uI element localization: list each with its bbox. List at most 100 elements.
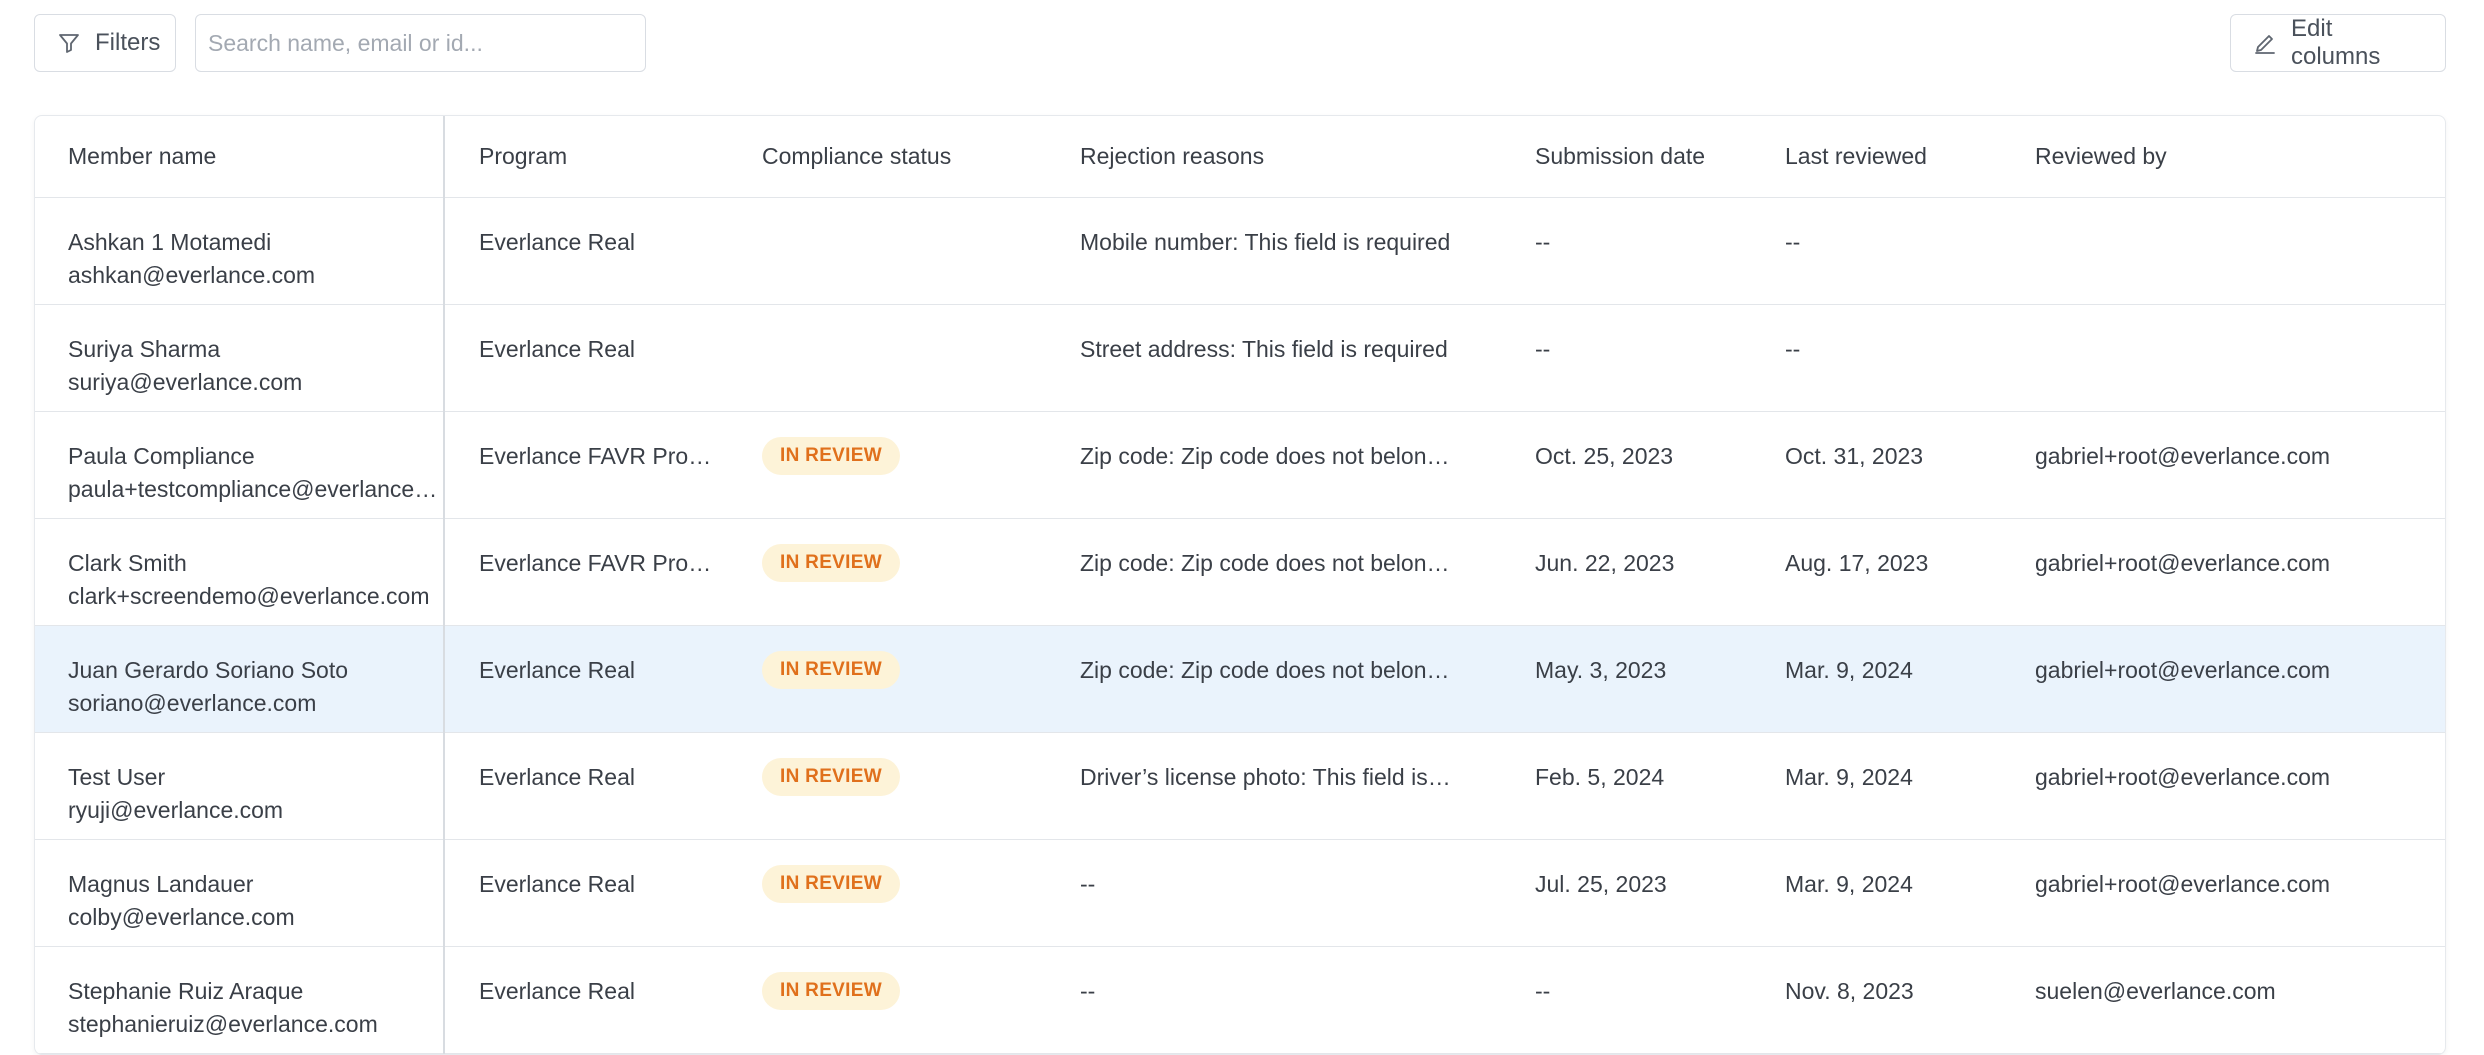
reviewed-by-cell: gabriel+root@everlance.com xyxy=(2035,411,2445,518)
header-reviewed-by[interactable]: Reviewed by xyxy=(2035,116,2445,198)
rejection-cell: Driver’s license photo: This field is re… xyxy=(1080,732,1535,839)
header-compliance-status[interactable]: Compliance status xyxy=(762,116,1080,198)
last-reviewed-cell: Oct. 31, 2023 xyxy=(1785,411,2035,518)
submission-date-cell: -- xyxy=(1535,197,1785,304)
status-badge: IN REVIEW xyxy=(762,757,900,796)
program-cell: Everlance FAVR Program xyxy=(444,411,762,518)
submission-date: May. 3, 2023 xyxy=(1535,656,1667,683)
last-reviewed-cell: -- xyxy=(1785,197,2035,304)
program-cell: Everlance Real xyxy=(444,946,762,1053)
member-cell: Clark Smith clark+screendemo@everlance.co… xyxy=(35,518,445,625)
program-name: Everlance Real xyxy=(479,656,635,683)
last-reviewed-cell: Mar. 9, 2024 xyxy=(1785,625,2035,732)
last-reviewed-date: Nov. 8, 2023 xyxy=(1785,977,1914,1004)
member-name[interactable]: Test User xyxy=(68,761,438,794)
rejection-reason: Street address: This field is required xyxy=(1080,335,1448,362)
status-cell xyxy=(762,197,1080,304)
member-name[interactable]: Ashkan 1 Motamedi xyxy=(68,226,438,259)
member-name[interactable]: Stephanie Ruiz Araque xyxy=(68,975,438,1008)
program-name: Everlance Real xyxy=(479,335,635,362)
table-row[interactable]: Magnus Landauer colby@everlance.com Everla… xyxy=(35,839,2445,946)
submission-date-cell: Feb. 5, 2024 xyxy=(1535,732,1785,839)
search-input[interactable] xyxy=(195,14,646,72)
program-cell: Everlance Real xyxy=(444,732,762,839)
program-name: Everlance Real xyxy=(479,763,635,790)
edit-columns-button[interactable]: Edit columns xyxy=(2230,14,2446,72)
edit-columns-label: Edit columns xyxy=(2291,15,2381,70)
submission-date: Jun. 22, 2023 xyxy=(1535,549,1675,576)
header-submission-date[interactable]: Submission date xyxy=(1535,116,1785,198)
submission-date: Oct. 25, 2023 xyxy=(1535,442,1674,469)
status-badge: IN REVIEW xyxy=(762,864,900,903)
header-last-reviewed[interactable]: Last reviewed xyxy=(1785,116,2035,198)
table-row[interactable]: Paula Compliance paula+testcompliance@eve… xyxy=(35,411,2445,518)
program-cell: Everlance Real xyxy=(444,197,762,304)
member-cell: Test User ryuji@everlance.com xyxy=(35,732,445,839)
reviewer-email: gabriel+root@everlance.com xyxy=(2035,442,2331,469)
submission-date: -- xyxy=(1535,977,1551,1004)
rejection-reason: Zip code: Zip code does not belong to th… xyxy=(1080,442,1455,469)
submission-date-cell: May. 3, 2023 xyxy=(1535,625,1785,732)
toolbar: Filters Edit columns xyxy=(34,14,2446,72)
rejection-cell: Street address: This field is required xyxy=(1080,304,1535,411)
filters-label: Filters xyxy=(95,29,161,56)
member-name[interactable]: Paula Compliance xyxy=(68,440,438,473)
program-cell: Everlance Real xyxy=(444,839,762,946)
header-rejection-reasons[interactable]: Rejection reasons xyxy=(1080,116,1535,198)
rejection-reason: Mobile number: This field is required xyxy=(1080,228,1451,255)
member-email: suriya@everlance.com xyxy=(68,368,303,395)
reviewed-by-cell: gabriel+root@everlance.com xyxy=(2035,839,2445,946)
rejection-reason: -- xyxy=(1080,977,1096,1004)
member-name[interactable]: Clark Smith xyxy=(68,547,438,580)
member-cell: Ashkan 1 Motamedi ashkan@everlance.com xyxy=(35,197,445,304)
member-name[interactable]: Suriya Sharma xyxy=(68,333,438,366)
rejection-cell: Zip code: Zip code does not belong to th… xyxy=(1080,625,1535,732)
member-cell: Magnus Landauer colby@everlance.com xyxy=(35,839,445,946)
program-name: Everlance FAVR Program xyxy=(479,442,719,469)
last-reviewed-date: -- xyxy=(1785,228,1801,255)
status-cell: IN REVIEW xyxy=(762,411,1080,518)
status-badge: IN REVIEW xyxy=(762,436,900,475)
reviewed-by-cell xyxy=(2035,304,2445,411)
header-member-name[interactable]: Member name xyxy=(35,116,445,198)
member-cell: Paula Compliance paula+testcompliance@eve… xyxy=(35,411,445,518)
table-row[interactable]: Clark Smith clark+screendemo@everlance.co… xyxy=(35,518,2445,625)
program-cell: Everlance Real xyxy=(444,625,762,732)
last-reviewed-date: -- xyxy=(1785,335,1801,362)
last-reviewed-date: Aug. 17, 2023 xyxy=(1785,549,1929,576)
submission-date-cell: Jul. 25, 2023 xyxy=(1535,839,1785,946)
table-row[interactable]: Test User ryuji@everlance.com Everlance Re… xyxy=(35,732,2445,839)
status-cell: IN REVIEW xyxy=(762,518,1080,625)
submission-date-cell: -- xyxy=(1535,946,1785,1053)
member-name[interactable]: Magnus Landauer xyxy=(68,868,438,901)
rejection-reason: -- xyxy=(1080,870,1096,897)
reviewed-by-cell: suelen@everlance.com xyxy=(2035,946,2445,1053)
reviewer-email: suelen@everlance.com xyxy=(2035,977,2276,1004)
table-row[interactable]: Stephanie Ruiz Araque stephanieruiz@everl… xyxy=(35,946,2445,1053)
header-program[interactable]: Program xyxy=(444,116,762,198)
table-row[interactable]: Juan Gerardo Soriano Soto soriano@everlan… xyxy=(35,625,2445,732)
submission-date-cell: -- xyxy=(1535,304,1785,411)
table-row[interactable]: Suriya Sharma suriya@everlance.com Everlan… xyxy=(35,304,2445,411)
rejection-cell: Mobile number: This field is required xyxy=(1080,197,1535,304)
last-reviewed-cell: Mar. 9, 2024 xyxy=(1785,839,2035,946)
member-name[interactable]: Juan Gerardo Soriano Soto xyxy=(68,654,438,687)
rejection-cell: -- xyxy=(1080,839,1535,946)
table-row[interactable]: Ashkan 1 Motamedi ashkan@everlance.com Eve… xyxy=(35,197,2445,304)
reviewed-by-cell: gabriel+root@everlance.com xyxy=(2035,732,2445,839)
filters-button[interactable]: Filters xyxy=(34,14,176,72)
rejection-reason: Driver’s license photo: This field is re… xyxy=(1080,763,1455,790)
last-reviewed-date: Mar. 9, 2024 xyxy=(1785,870,1913,897)
program-name: Everlance Real xyxy=(479,870,635,897)
status-badge: IN REVIEW xyxy=(762,650,900,689)
submission-date: -- xyxy=(1535,335,1551,362)
rejection-cell: Zip code: Zip code does not belong to th… xyxy=(1080,518,1535,625)
last-reviewed-date: Mar. 9, 2024 xyxy=(1785,763,1913,790)
program-name: Everlance FAVR Program xyxy=(479,549,719,576)
submission-date: Jul. 25, 2023 xyxy=(1535,870,1667,897)
member-email: soriano@everlance.com xyxy=(68,689,317,716)
member-cell: Suriya Sharma suriya@everlance.com xyxy=(35,304,445,411)
member-email: colby@everlance.com xyxy=(68,903,295,930)
submission-date: Feb. 5, 2024 xyxy=(1535,763,1665,790)
last-reviewed-cell: Nov. 8, 2023 xyxy=(1785,946,2035,1053)
